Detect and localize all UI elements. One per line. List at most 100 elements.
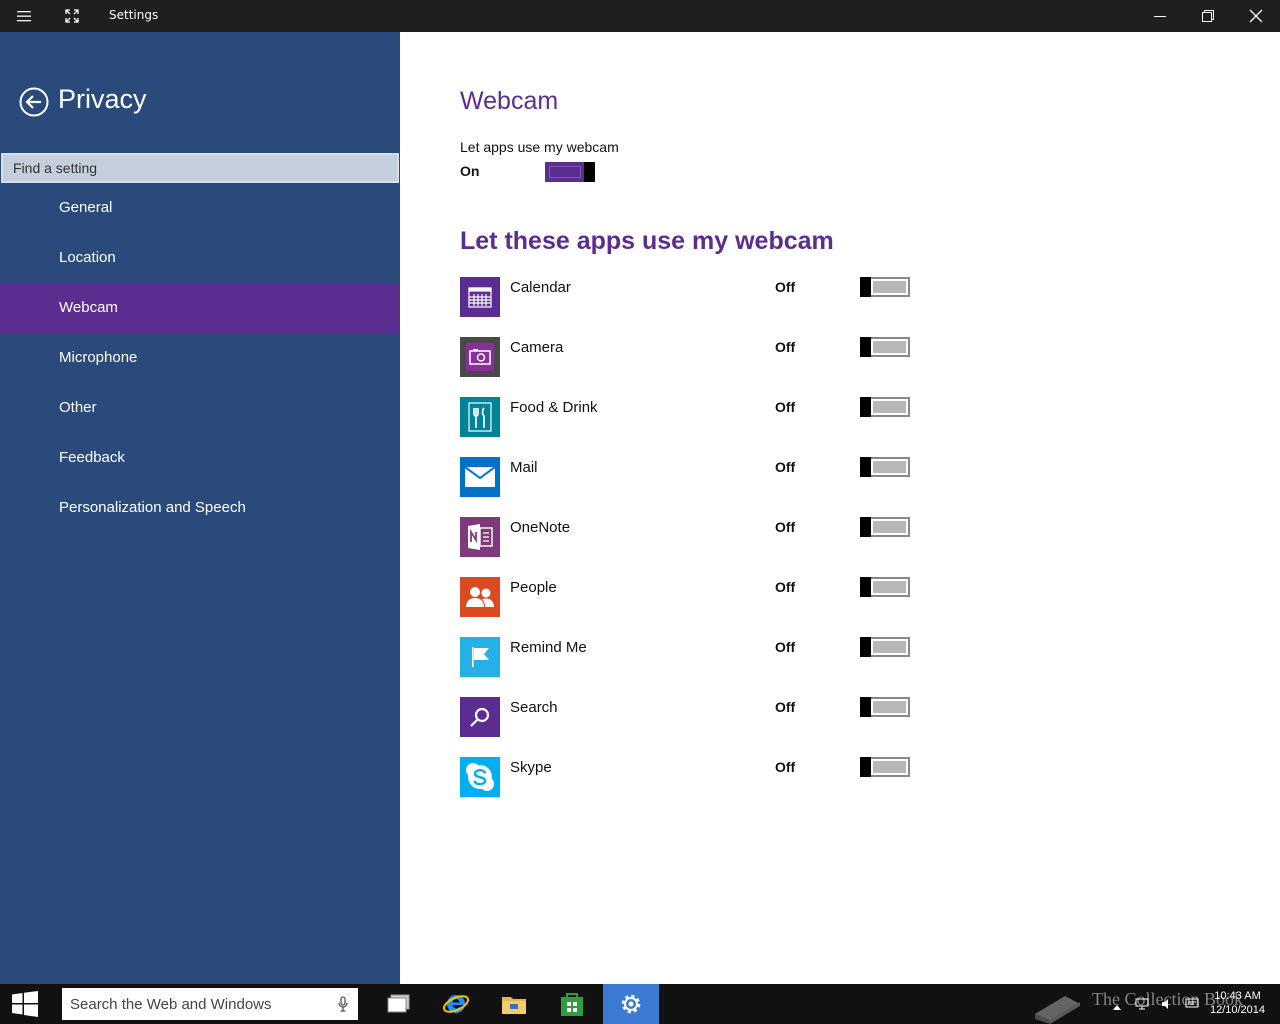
page-title: Privacy xyxy=(58,84,147,114)
app-name: Food & Drink xyxy=(510,399,598,416)
sidebar-item-label: Personalization and Speech xyxy=(59,499,246,516)
toggle-knob xyxy=(860,457,871,477)
find-setting-input[interactable] xyxy=(1,153,399,183)
app-state: Off xyxy=(775,639,796,655)
sidebar-item-general[interactable]: General xyxy=(0,183,400,233)
microphone-icon[interactable] xyxy=(338,996,348,1016)
app-state: Off xyxy=(775,339,796,355)
sidebar-item-webcam[interactable]: Webcam xyxy=(0,283,400,333)
sidebar-item-personalization[interactable]: Personalization and Speech xyxy=(0,483,400,533)
master-toggle-label: Let apps use my webcam xyxy=(460,139,619,155)
food-drink-webcam-toggle[interactable] xyxy=(860,397,910,417)
people-icon xyxy=(460,577,500,617)
expand-icon[interactable] xyxy=(48,0,96,32)
flag-icon xyxy=(460,637,500,677)
app-name: Mail xyxy=(510,459,538,476)
volume-icon[interactable] xyxy=(1161,995,1173,1014)
app-row-remind-me: Remind Me Off xyxy=(460,637,920,677)
system-tray xyxy=(1105,984,1205,1024)
app-name: Remind Me xyxy=(510,639,587,656)
mail-webcam-toggle[interactable] xyxy=(860,457,910,477)
taskbar-clock[interactable]: 10:43 AM 12/10/2014 xyxy=(1200,989,1275,1017)
toggle-knob xyxy=(860,757,871,777)
sidebar-item-microphone[interactable]: Microphone xyxy=(0,333,400,383)
minimize-button[interactable] xyxy=(1136,0,1184,32)
app-state: Off xyxy=(775,279,796,295)
toggle-knob xyxy=(860,397,871,417)
toggle-knob xyxy=(860,637,871,657)
internet-explorer-icon[interactable] xyxy=(428,984,484,1024)
store-icon[interactable] xyxy=(544,984,600,1024)
sidebar-item-label: Microphone xyxy=(59,349,138,366)
title-bar: Settings xyxy=(0,0,1280,32)
app-row-onenote: OneNote Off xyxy=(460,517,920,557)
sidebar-item-label: Location xyxy=(59,249,116,266)
section-heading: Webcam xyxy=(460,87,559,115)
task-view-icon[interactable] xyxy=(371,984,427,1024)
sidebar-item-label: General xyxy=(59,199,113,216)
app-row-food-drink: Food & Drink Off xyxy=(460,397,920,437)
clock-date: 12/10/2014 xyxy=(1209,1004,1266,1016)
taskbar-search-box[interactable] xyxy=(62,988,358,1020)
sidebar-item-label: Feedback xyxy=(59,449,125,466)
hamburger-icon[interactable] xyxy=(0,0,48,32)
app-row-skype: Skype Off xyxy=(460,757,920,797)
calendar-webcam-toggle[interactable] xyxy=(860,277,910,297)
sidebar-item-label: Other xyxy=(59,399,97,416)
network-icon[interactable] xyxy=(1135,995,1149,1014)
chevron-up-icon[interactable] xyxy=(1113,995,1121,1014)
camera-webcam-toggle[interactable] xyxy=(860,337,910,357)
app-name: Calendar xyxy=(510,279,571,296)
restore-button[interactable] xyxy=(1184,0,1232,32)
app-name: Camera xyxy=(510,339,564,356)
app-row-search: Search Off xyxy=(460,697,920,737)
main-content: Webcam Let apps use my webcam On Let the… xyxy=(400,32,1280,984)
skype-webcam-toggle[interactable] xyxy=(860,757,910,777)
back-button[interactable] xyxy=(19,87,49,117)
close-icon xyxy=(1249,9,1263,23)
sidebar-item-label: Webcam xyxy=(59,299,118,316)
toggle-knob xyxy=(860,697,871,717)
app-name: Search xyxy=(510,699,558,716)
app-name: Skype xyxy=(510,759,552,776)
settings-icon[interactable] xyxy=(603,984,659,1024)
master-toggle-state: On xyxy=(460,163,480,179)
toggle-knob xyxy=(860,577,871,597)
app-name: People xyxy=(510,579,557,596)
sidebar: Privacy General Location Webcam Micropho… xyxy=(0,32,400,984)
file-explorer-icon[interactable] xyxy=(486,984,542,1024)
people-webcam-toggle[interactable] xyxy=(860,577,910,597)
action-center-icon[interactable] xyxy=(1185,995,1199,1014)
onenote-icon xyxy=(460,517,500,557)
close-button[interactable] xyxy=(1232,0,1280,32)
master-webcam-toggle[interactable] xyxy=(545,162,595,182)
sidebar-item-location[interactable]: Location xyxy=(0,233,400,283)
sidebar-item-feedback[interactable]: Feedback xyxy=(0,433,400,483)
windows-logo-icon xyxy=(12,991,38,1017)
sidebar-item-other[interactable]: Other xyxy=(0,383,400,433)
fork-knife-icon xyxy=(460,397,500,437)
window-title: Settings xyxy=(109,8,159,22)
calendar-icon xyxy=(460,277,500,317)
app-row-camera: Camera Off xyxy=(460,337,920,377)
remind-me-webcam-toggle[interactable] xyxy=(860,637,910,657)
app-row-calendar: Calendar Off xyxy=(460,277,920,317)
back-arrow-icon xyxy=(19,87,49,117)
onenote-webcam-toggle[interactable] xyxy=(860,517,910,537)
search-webcam-toggle[interactable] xyxy=(860,697,910,717)
toggle-knob xyxy=(860,337,871,357)
restore-icon xyxy=(1202,10,1214,22)
app-state: Off xyxy=(775,699,796,715)
skype-icon xyxy=(460,757,500,797)
mail-icon xyxy=(460,457,500,497)
app-state: Off xyxy=(775,399,796,415)
app-state: Off xyxy=(775,759,796,775)
taskbar-search-input[interactable] xyxy=(70,988,320,1020)
minimize-icon xyxy=(1154,16,1166,17)
clock-time: 10:43 AM xyxy=(1214,990,1261,1002)
watermark-book-icon xyxy=(1030,984,1085,1024)
search-icon xyxy=(460,697,500,737)
app-state: Off xyxy=(775,459,796,475)
start-button[interactable] xyxy=(0,984,50,1024)
app-name: OneNote xyxy=(510,519,571,536)
